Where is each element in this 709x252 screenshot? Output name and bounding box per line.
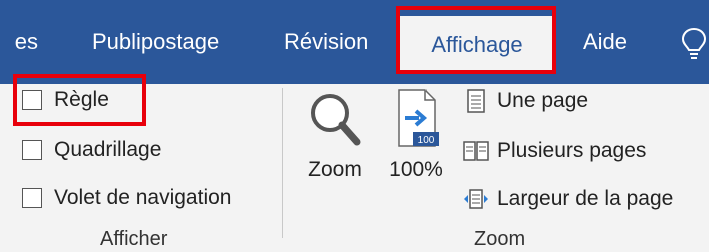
tab-help[interactable]: Aide: [583, 22, 627, 62]
one-page-button[interactable]: Une page: [463, 86, 588, 116]
zoom-100-button[interactable]: 100 100%: [384, 88, 448, 182]
multiple-pages-label: Plusieurs pages: [497, 139, 647, 162]
ruler-label: Règle: [54, 88, 109, 111]
navigation-pane-checkbox[interactable]: [22, 188, 42, 208]
gridlines-checkbox[interactable]: [22, 140, 42, 160]
show-group-label: Afficher: [100, 228, 168, 250]
tab-mailings[interactable]: Publipostage: [92, 22, 219, 62]
ribbon-tab-bar: es Publipostage Révision Affichage Aide: [0, 0, 709, 84]
zoom-button-label: Zoom: [308, 158, 362, 181]
zoom-100-label: 100%: [389, 158, 443, 181]
group-separator: [282, 88, 283, 238]
checkbox-ruler[interactable]: Règle: [22, 86, 109, 114]
zoom-button[interactable]: Zoom: [300, 88, 370, 182]
tell-me-lightbulb-icon[interactable]: [680, 26, 708, 62]
tab-review[interactable]: Révision: [284, 22, 368, 62]
navigation-pane-label: Volet de navigation: [54, 186, 232, 209]
page-width-icon: [463, 186, 489, 212]
multiple-pages-button[interactable]: Plusieurs pages: [463, 136, 646, 166]
zoom-100-badge: 100: [418, 135, 435, 146]
checkbox-navigation-pane[interactable]: Volet de navigation: [22, 184, 231, 212]
zoom-magnifier-icon: [311, 94, 361, 146]
zoom-group-label: Zoom: [474, 228, 526, 250]
checkbox-gridlines[interactable]: Quadrillage: [22, 136, 161, 164]
gridlines-label: Quadrillage: [54, 138, 162, 161]
page-width-button[interactable]: Largeur de la page: [463, 184, 673, 214]
zoom-100-icon: 100: [398, 89, 439, 147]
one-page-icon: [463, 88, 489, 114]
ruler-checkbox[interactable]: [22, 90, 42, 110]
page-width-label: Largeur de la page: [497, 187, 674, 210]
tab-view[interactable]: Affichage: [398, 16, 556, 74]
multiple-pages-icon: [463, 138, 489, 164]
tab-references-partial[interactable]: es: [0, 22, 38, 62]
one-page-label: Une page: [497, 89, 589, 112]
